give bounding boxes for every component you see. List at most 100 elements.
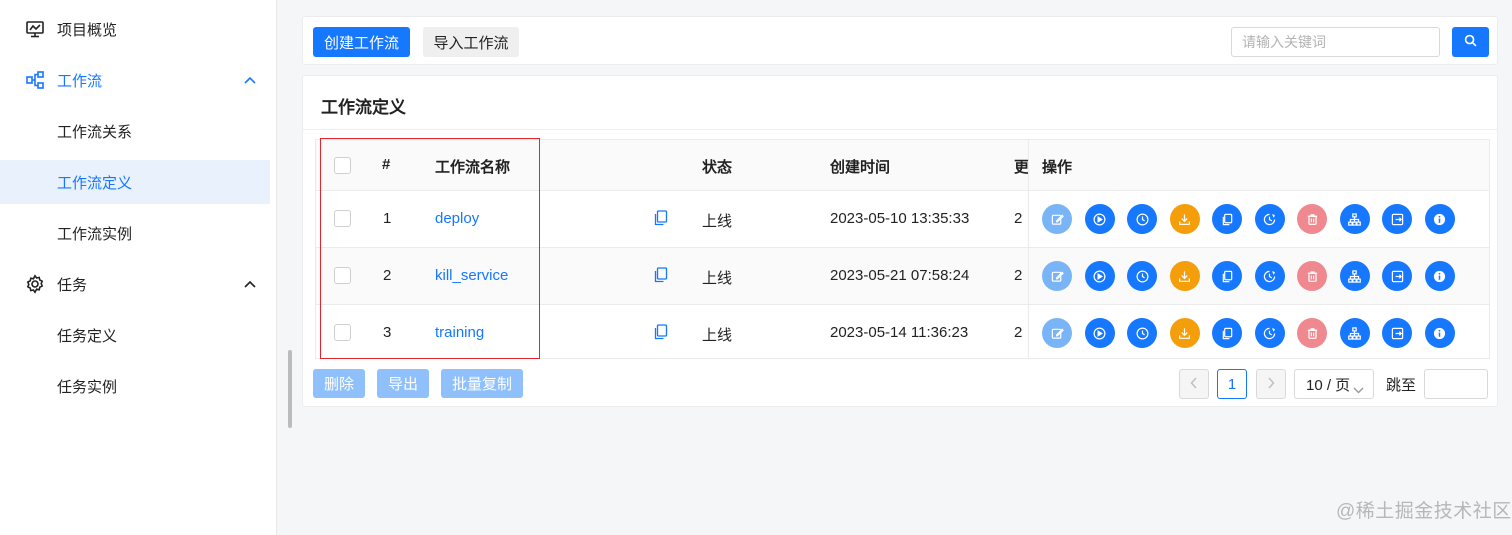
create-workflow-button[interactable]: 创建工作流 (313, 27, 410, 57)
import-workflow-button[interactable]: 导入工作流 (423, 27, 519, 57)
row-checkbox[interactable] (334, 210, 351, 227)
export-row-button[interactable] (1382, 261, 1412, 291)
tree-icon (1348, 212, 1361, 226)
timing-manage-button[interactable] (1254, 261, 1285, 291)
timing-manage-button[interactable] (1254, 204, 1285, 234)
sidebar-item-workflow-relation[interactable]: 工作流关系 (0, 109, 270, 153)
ops-row (1029, 305, 1489, 360)
schedule-button[interactable] (1127, 204, 1157, 234)
workflow-name-link[interactable]: deploy (435, 210, 479, 227)
chevron-up-icon (243, 277, 257, 291)
download-icon (1178, 213, 1191, 226)
row-update-time: 2 (1014, 324, 1023, 341)
tree-view-button[interactable] (1339, 318, 1370, 348)
page-1-button[interactable]: 1 (1217, 369, 1247, 399)
row-checkbox[interactable] (334, 324, 351, 341)
page-size-select[interactable]: 10 / 页 (1294, 369, 1374, 399)
info-icon (1433, 270, 1446, 283)
play-icon (1093, 270, 1106, 283)
info-icon (1433, 213, 1446, 226)
sidebar-item-label: 工作流定义 (57, 174, 133, 192)
workflow-name-link[interactable]: kill_service (435, 267, 508, 284)
offline-button[interactable] (1169, 261, 1200, 291)
offline-button[interactable] (1169, 318, 1200, 348)
row-status: 上线 (702, 327, 733, 344)
delete-row-button[interactable] (1297, 318, 1327, 348)
delete-row-button[interactable] (1297, 261, 1327, 291)
version-info-button[interactable] (1424, 261, 1455, 291)
workflow-name-link[interactable]: training (435, 324, 484, 341)
info-icon (1433, 327, 1446, 340)
tree-icon (1348, 326, 1361, 340)
delete-icon (1306, 327, 1319, 340)
schedule-button[interactable] (1127, 261, 1157, 291)
copy-icon[interactable] (654, 324, 668, 340)
sidebar-item-label: 任务 (57, 276, 88, 294)
row-checkbox[interactable] (334, 267, 351, 284)
delete-button[interactable]: 删除 (313, 369, 365, 398)
sidebar-item-task[interactable]: 任务 (0, 262, 270, 306)
delete-row-button[interactable] (1297, 204, 1327, 234)
play-icon (1093, 327, 1106, 340)
search-button[interactable] (1452, 27, 1489, 57)
row-created-time: 2023-05-21 07:58:24 (830, 267, 970, 284)
batch-copy-button[interactable]: 批量复制 (441, 369, 523, 398)
download-icon (1178, 270, 1191, 283)
sidebar-item-label: 任务实例 (57, 378, 118, 396)
export-button[interactable]: 导出 (377, 369, 429, 398)
export-icon (1391, 327, 1404, 340)
edit-icon (1051, 213, 1064, 226)
copy-icon[interactable] (654, 210, 668, 226)
sidebar-item-task-instance[interactable]: 任务实例 (0, 364, 270, 408)
prev-page-button[interactable] (1179, 369, 1209, 399)
version-info-button[interactable] (1424, 204, 1455, 234)
chevron-left-icon (1190, 376, 1198, 393)
gear-icon (24, 273, 46, 295)
edit-icon (1051, 270, 1064, 283)
export-icon (1391, 213, 1404, 226)
dashboard-icon (24, 18, 46, 40)
card-title: 工作流定义 (321, 98, 406, 117)
search-input[interactable] (1231, 27, 1440, 57)
copy-button[interactable] (1212, 204, 1242, 234)
row-status: 上线 (702, 270, 733, 287)
clock-icon (1136, 213, 1149, 226)
toolbar: 创建工作流 导入工作流 (302, 16, 1498, 65)
tree-view-button[interactable] (1339, 204, 1370, 234)
workflow-icon (24, 69, 46, 91)
sidebar-item-workflow-definition[interactable]: 工作流定义 (0, 160, 270, 204)
export-row-button[interactable] (1382, 204, 1412, 234)
jump-to-input[interactable] (1424, 369, 1488, 399)
offline-button[interactable] (1169, 204, 1200, 234)
delete-icon (1306, 270, 1319, 283)
run-button[interactable] (1084, 261, 1115, 291)
play-icon (1093, 213, 1106, 226)
version-info-button[interactable] (1424, 318, 1455, 348)
timing-manage-button[interactable] (1254, 318, 1285, 348)
edit-button[interactable] (1042, 261, 1072, 291)
sidebar-item-workflow-instance[interactable]: 工作流实例 (0, 211, 270, 255)
next-page-button[interactable] (1256, 369, 1286, 399)
sidebar-item-task-definition[interactable]: 任务定义 (0, 313, 270, 357)
run-button[interactable] (1084, 204, 1115, 234)
copy-icon[interactable] (654, 267, 668, 283)
sidebar-item-overview[interactable]: 项目概览 (0, 7, 270, 51)
edit-button[interactable] (1042, 318, 1072, 348)
header-name: 工作流名称 (435, 159, 511, 176)
row-status: 上线 (702, 213, 733, 230)
chevron-up-icon (243, 73, 257, 87)
sidebar-scrollbar[interactable] (288, 350, 292, 428)
select-all-checkbox[interactable] (334, 157, 351, 174)
chevron-right-icon (1267, 376, 1275, 393)
sidebar-item-workflow[interactable]: 工作流 (0, 58, 270, 102)
export-row-button[interactable] (1382, 318, 1412, 348)
edit-button[interactable] (1042, 204, 1072, 234)
run-button[interactable] (1084, 318, 1115, 348)
sidebar-item-label: 项目概览 (57, 21, 118, 39)
schedule-button[interactable] (1127, 318, 1157, 348)
copy-button[interactable] (1212, 261, 1242, 291)
sidebar-item-label: 任务定义 (57, 327, 118, 345)
copy-button[interactable] (1212, 318, 1242, 348)
tree-view-button[interactable] (1339, 261, 1370, 291)
sidebar: 项目概览 工作流 工作流关系 工作流定义 工作流实例 任务 任务定义 任务实例 (0, 0, 277, 535)
